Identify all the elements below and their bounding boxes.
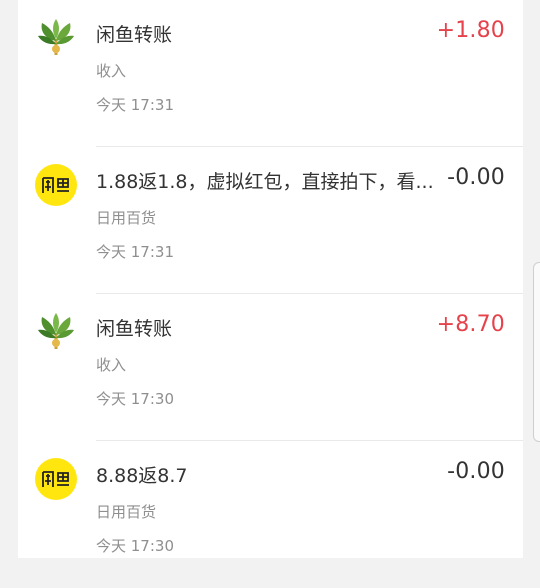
transaction-category: 日用百货 xyxy=(96,503,157,521)
transaction-amount: -0.00 xyxy=(447,165,505,190)
plant-icon xyxy=(35,311,77,353)
xianyu-logo-text-icon xyxy=(42,471,69,487)
transaction-title: 8.88返8.7 xyxy=(96,465,188,487)
transaction-time: 今天 17:31 xyxy=(96,96,174,114)
transaction-row[interactable]: 闲鱼转账 +1.80 收入 今天 17:31 xyxy=(18,0,523,147)
transaction-category: 收入 xyxy=(96,62,127,80)
transaction-title: 闲鱼转账 xyxy=(96,24,173,46)
transaction-title: 闲鱼转账 xyxy=(96,318,173,340)
transaction-time: 今天 17:31 xyxy=(96,243,174,261)
transaction-category: 收入 xyxy=(96,356,127,374)
xianyu-logo-icon xyxy=(35,458,77,500)
scroll-handle[interactable] xyxy=(533,262,540,442)
xianyu-logo-icon xyxy=(35,164,77,206)
transaction-category: 日用百货 xyxy=(96,209,157,227)
plant-icon xyxy=(35,17,77,59)
transaction-time: 今天 17:30 xyxy=(96,390,174,408)
transaction-amount: +8.70 xyxy=(436,312,505,337)
transaction-time: 今天 17:30 xyxy=(96,537,174,555)
transaction-title: 1.88返1.8，虚拟红包，直接拍下，看... xyxy=(96,171,434,193)
xianyu-logo-text-icon xyxy=(42,177,69,193)
transaction-amount: -0.00 xyxy=(447,459,505,484)
transaction-row[interactable]: 闲鱼转账 +8.70 收入 今天 17:30 xyxy=(18,294,523,441)
transaction-list: 闲鱼转账 +1.80 收入 今天 17:31 1.88返1.8，虚拟红包，直接拍… xyxy=(18,0,523,558)
transaction-amount: +1.80 xyxy=(436,18,505,43)
transaction-row[interactable]: 8.88返8.7 -0.00 日用百货 今天 17:30 xyxy=(18,441,523,588)
transaction-row[interactable]: 1.88返1.8，虚拟红包，直接拍下，看... -0.00 日用百货 今天 17… xyxy=(18,147,523,294)
